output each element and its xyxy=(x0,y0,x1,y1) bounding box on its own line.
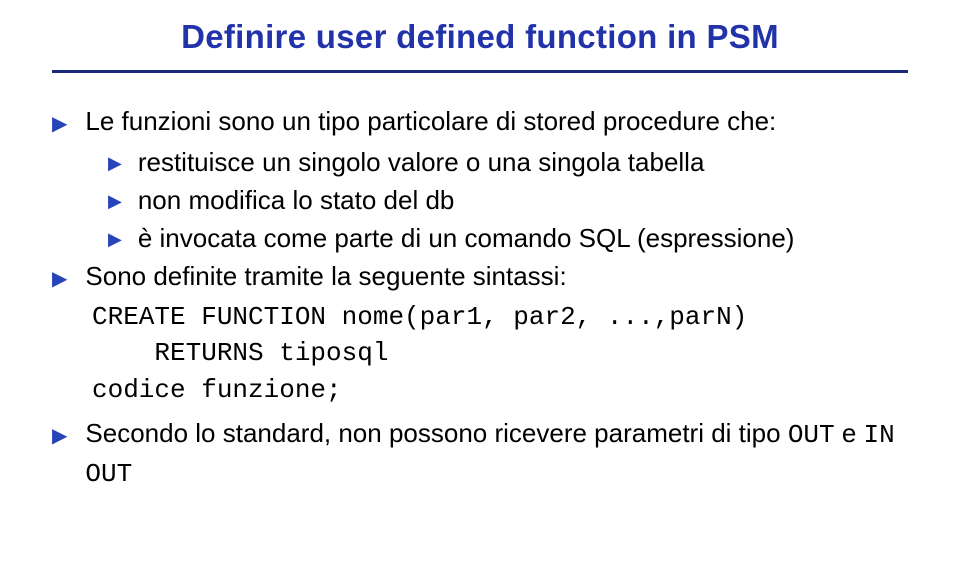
code-line: codice funzione; xyxy=(92,375,342,405)
text-segment: e xyxy=(835,418,864,448)
title-rule xyxy=(52,70,908,73)
bullet-text: Secondo lo standard, non possono ricever… xyxy=(85,415,908,493)
slide: Definire user defined function in PSM ▶ … xyxy=(0,0,960,581)
code-line: CREATE FUNCTION nome(par1, par2, ...,par… xyxy=(92,302,747,332)
triangle-icon: ▶ xyxy=(108,227,122,253)
bullet-text: Le funzioni sono un tipo particolare di … xyxy=(85,103,776,140)
bullet-level1: ▶ Le funzioni sono un tipo particolare d… xyxy=(52,103,908,140)
slide-content: ▶ Le funzioni sono un tipo particolare d… xyxy=(52,103,908,493)
bullet-level2: ▶ non modifica lo stato del db xyxy=(108,182,908,219)
bullet-level2: ▶ è invocata come parte di un comando SQ… xyxy=(108,220,908,257)
triangle-icon: ▶ xyxy=(52,110,67,138)
bullet-text: non modifica lo stato del db xyxy=(138,182,455,219)
triangle-icon: ▶ xyxy=(108,189,122,215)
bullet-text: è invocata come parte di un comando SQL … xyxy=(138,220,795,257)
triangle-icon: ▶ xyxy=(52,265,67,293)
bullet-level2: ▶ restituisce un singolo valore o una si… xyxy=(108,144,908,181)
bullet-level1: ▶ Sono definite tramite la seguente sint… xyxy=(52,258,908,295)
text-segment: Secondo lo standard, non possono ricever… xyxy=(85,418,787,448)
bullet-text: restituisce un singolo valore o una sing… xyxy=(138,144,705,181)
code-inline: OUT xyxy=(788,420,835,450)
bullet-text: Sono definite tramite la seguente sintas… xyxy=(85,258,566,295)
slide-title: Definire user defined function in PSM xyxy=(52,18,908,56)
triangle-icon: ▶ xyxy=(108,151,122,177)
code-line: RETURNS tiposql xyxy=(92,338,388,368)
bullet-level1: ▶ Secondo lo standard, non possono ricev… xyxy=(52,415,908,493)
triangle-icon: ▶ xyxy=(52,422,67,450)
code-block: CREATE FUNCTION nome(par1, par2, ...,par… xyxy=(92,299,908,410)
